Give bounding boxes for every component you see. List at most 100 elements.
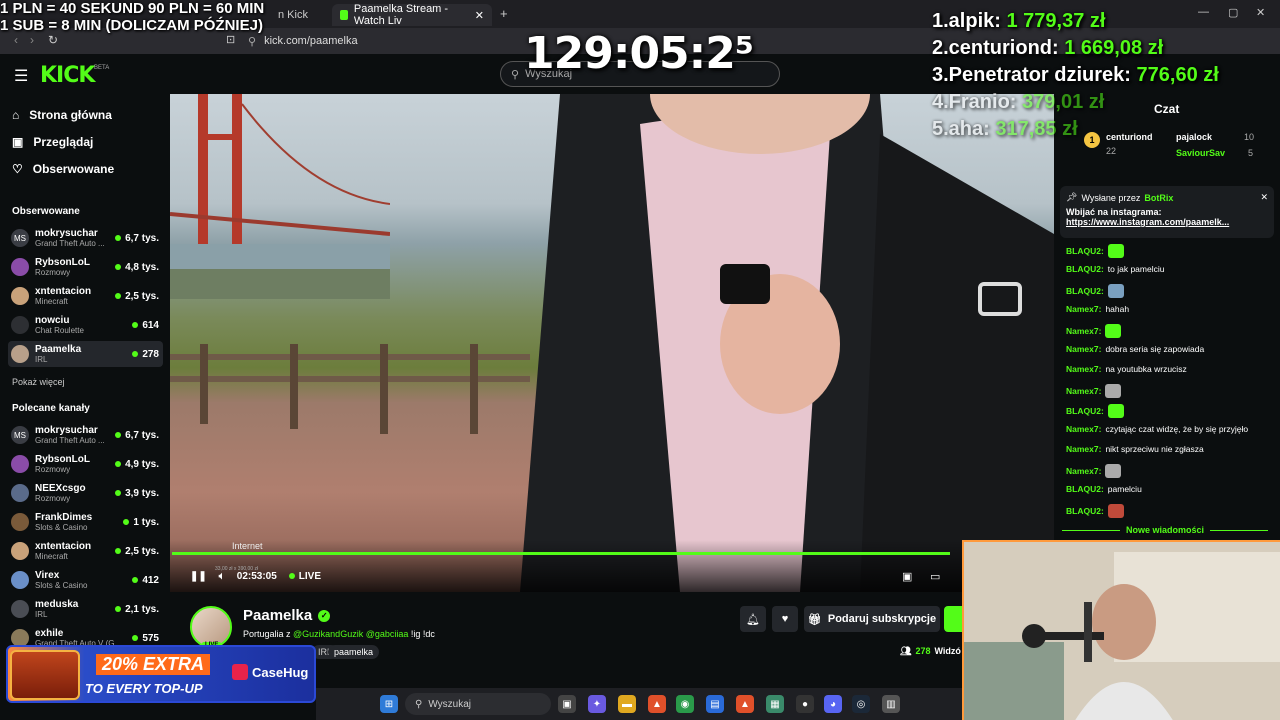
followed-channel[interactable]: nowciu Chat Roulette 614 xyxy=(8,312,163,338)
reload-icon[interactable]: ↻ xyxy=(48,33,58,47)
recommended-channel[interactable]: xntentacion Minecraft 2,5 tys. xyxy=(8,538,163,564)
gift-subscription-button[interactable]: 🎁︎ Podaruj subskrypcje xyxy=(804,606,940,632)
followed-channel[interactable]: RybsonLoL Rozmowy 4,8 tys. xyxy=(8,254,163,280)
recommended-channel[interactable]: Virex Slots & Casino 412 xyxy=(8,567,163,593)
new-messages-divider[interactable]: Nowe wiadomości xyxy=(1062,525,1268,535)
file-explorer-icon[interactable]: ▬ xyxy=(618,695,636,713)
close-window-icon[interactable]: ✕ xyxy=(1256,6,1265,19)
chat-message[interactable]: BLAQU2: to jak pamelciu xyxy=(1066,264,1164,274)
recommended-channel[interactable]: FrankDimes Slots & Casino 1 tys. xyxy=(8,509,163,535)
obs-icon[interactable]: ● xyxy=(796,695,814,713)
followed-channel[interactable]: MS mokrysuchar Grand Theft Auto ... 6,7 t… xyxy=(8,225,163,251)
maximize-icon[interactable]: ▢ xyxy=(1228,6,1238,19)
chat-message[interactable]: Namex7: na youtubka wrzucisz xyxy=(1066,364,1187,374)
recommended-channel[interactable]: MS mokrysuchar Grand Theft Auto ... 6,7 t… xyxy=(8,422,163,448)
brave-active-icon[interactable]: ▲ xyxy=(736,695,754,713)
progress-bar[interactable] xyxy=(172,552,950,555)
chat-username[interactable]: Namex7: xyxy=(1066,424,1101,434)
calculator-icon[interactable]: ▥ xyxy=(882,695,900,713)
chat-username[interactable]: BLAQU2: xyxy=(1066,264,1104,274)
live-dot xyxy=(115,461,122,467)
chat-message[interactable]: BLAQU2: xyxy=(1066,404,1124,418)
bookmark-icon[interactable]: ⊡ xyxy=(226,33,235,46)
new-tab-icon[interactable]: + xyxy=(500,6,508,21)
subscribe-button[interactable] xyxy=(944,606,962,632)
chat-message[interactable]: Namex7: xyxy=(1066,384,1122,398)
streamer-name[interactable]: Paamelka ✓ xyxy=(243,607,331,624)
recommended-channel[interactable]: meduska IRL 2,1 tys. xyxy=(8,596,163,622)
theater-icon[interactable]: ▭ xyxy=(930,570,940,583)
task-view-icon[interactable]: ▣ xyxy=(558,695,576,713)
chat-username[interactable]: BLAQU2: xyxy=(1066,406,1104,416)
chat-username[interactable]: Namex7: xyxy=(1066,386,1101,396)
chat-message[interactable]: Namex7: nikt sprzeciwu nie zgłasza xyxy=(1066,444,1204,454)
channel-category: Slots & Casino xyxy=(35,581,88,590)
notification-bell-button[interactable]: 🔔︎ xyxy=(740,606,766,632)
mention-link[interactable]: @GuzikandGuzik xyxy=(293,629,363,639)
copilot-icon[interactable]: ✦ xyxy=(588,695,606,713)
chat-message[interactable]: Namex7: czytając czat widzę, że by się pr… xyxy=(1066,424,1248,434)
pinned-message[interactable]: 📌︎ Wysłane przez BotRix ✕ Wbijać na inst… xyxy=(1060,186,1274,238)
chat-message[interactable]: BLAQU2: xyxy=(1066,244,1124,258)
brave-icon[interactable]: ▲ xyxy=(648,695,666,713)
nav-browse[interactable]: ▣ Przeglądaj xyxy=(12,135,93,149)
volume-icon[interactable]: 🔈︎ xyxy=(219,571,225,582)
leader-count: 5 xyxy=(1248,148,1254,158)
mention-link[interactable]: @gabciiaa xyxy=(366,629,409,639)
close-icon[interactable]: ✕ xyxy=(475,9,484,22)
channel-name: xntentacion xyxy=(35,286,92,297)
pause-icon[interactable]: ❚❚ xyxy=(190,571,207,582)
casehug-logo-icon xyxy=(232,664,248,680)
chat-message[interactable]: Namex7: hahah xyxy=(1066,304,1129,314)
chat-username[interactable]: Namex7: xyxy=(1066,364,1101,374)
steam-icon[interactable]: ◎ xyxy=(852,695,870,713)
browser-tab-active[interactable]: Paamelka Stream - Watch Liv ✕ xyxy=(332,3,492,27)
chat-username[interactable]: BLAQU2: xyxy=(1066,286,1104,296)
unpin-icon[interactable]: ✕ xyxy=(1260,192,1268,203)
pinned-link[interactable]: https://www.instagram.com/paamelk... xyxy=(1066,217,1268,227)
video-player[interactable] xyxy=(170,94,1054,592)
back-icon[interactable]: ‹ xyxy=(14,33,18,47)
show-more-link[interactable]: Pokaż więcej xyxy=(12,377,65,387)
chat-message[interactable]: Namex7: xyxy=(1066,324,1122,338)
recommended-channel[interactable]: NEEXcsgo Rozmowy 3,9 tys. xyxy=(8,480,163,506)
store-icon[interactable]: ▤ xyxy=(706,695,724,713)
chrome-icon[interactable]: ◉ xyxy=(676,695,694,713)
chat-message[interactable]: Namex7: dobra seria się zapowiada xyxy=(1066,344,1204,354)
chat-username[interactable]: BLAQU2: xyxy=(1066,506,1104,516)
leaderboard-entry: 5.aha: 317,85 zł xyxy=(932,116,1219,143)
chat-username[interactable]: Namex7: xyxy=(1066,444,1101,454)
windows-start-icon[interactable]: ⊞ xyxy=(380,695,398,713)
miniplayer-icon[interactable]: ▣ xyxy=(902,570,912,583)
viewer-count: 575 xyxy=(142,632,159,644)
chat-username[interactable]: Namex7: xyxy=(1066,344,1101,354)
chat-username[interactable]: BLAQU2: xyxy=(1066,484,1104,494)
kick-logo[interactable]: KICK xyxy=(40,63,95,88)
nav-following[interactable]: ♡ Obserwowane xyxy=(12,162,114,176)
chat-username[interactable]: Namex7: xyxy=(1066,304,1101,314)
chat-message[interactable]: BLAQU2: xyxy=(1066,504,1124,518)
browser-tab[interactable]: n Kick xyxy=(270,4,330,26)
chat-message[interactable]: Namex7: xyxy=(1066,464,1122,478)
chat-message[interactable]: BLAQU2: pamelciu xyxy=(1066,484,1142,494)
taskbar-search[interactable]: ⚲ Wyszukaj xyxy=(405,693,551,715)
notepad-icon[interactable]: ▦ xyxy=(766,695,784,713)
chat-username[interactable]: BLAQU2: xyxy=(1066,246,1104,256)
discord-icon[interactable]: ◕ xyxy=(824,695,842,713)
recommended-channel[interactable]: RybsonLoL Rozmowy 4,9 tys. xyxy=(8,451,163,477)
verified-icon: ✓ xyxy=(318,609,331,622)
tag-chip[interactable]: paamelka xyxy=(328,645,380,659)
followed-channel-active[interactable]: Paamelka IRL 278 xyxy=(8,341,163,367)
chat-message[interactable]: BLAQU2: xyxy=(1066,284,1124,298)
chat-username[interactable]: Namex7: xyxy=(1066,466,1101,476)
nav-home[interactable]: ⌂ Strona główna xyxy=(12,108,112,122)
leader-name[interactable]: SaviourSav xyxy=(1176,148,1225,158)
forward-icon[interactable]: › xyxy=(30,33,34,47)
site-info-icon[interactable]: ⚲ xyxy=(248,35,256,48)
avatar xyxy=(11,513,29,531)
followed-channel[interactable]: xntentacion Minecraft 2,5 tys. xyxy=(8,283,163,309)
live-indicator[interactable]: LIVE xyxy=(288,571,321,582)
follow-heart-button[interactable]: ♥ xyxy=(772,606,798,632)
chat-username[interactable]: Namex7: xyxy=(1066,326,1101,336)
menu-icon[interactable]: ☰ xyxy=(14,66,28,86)
